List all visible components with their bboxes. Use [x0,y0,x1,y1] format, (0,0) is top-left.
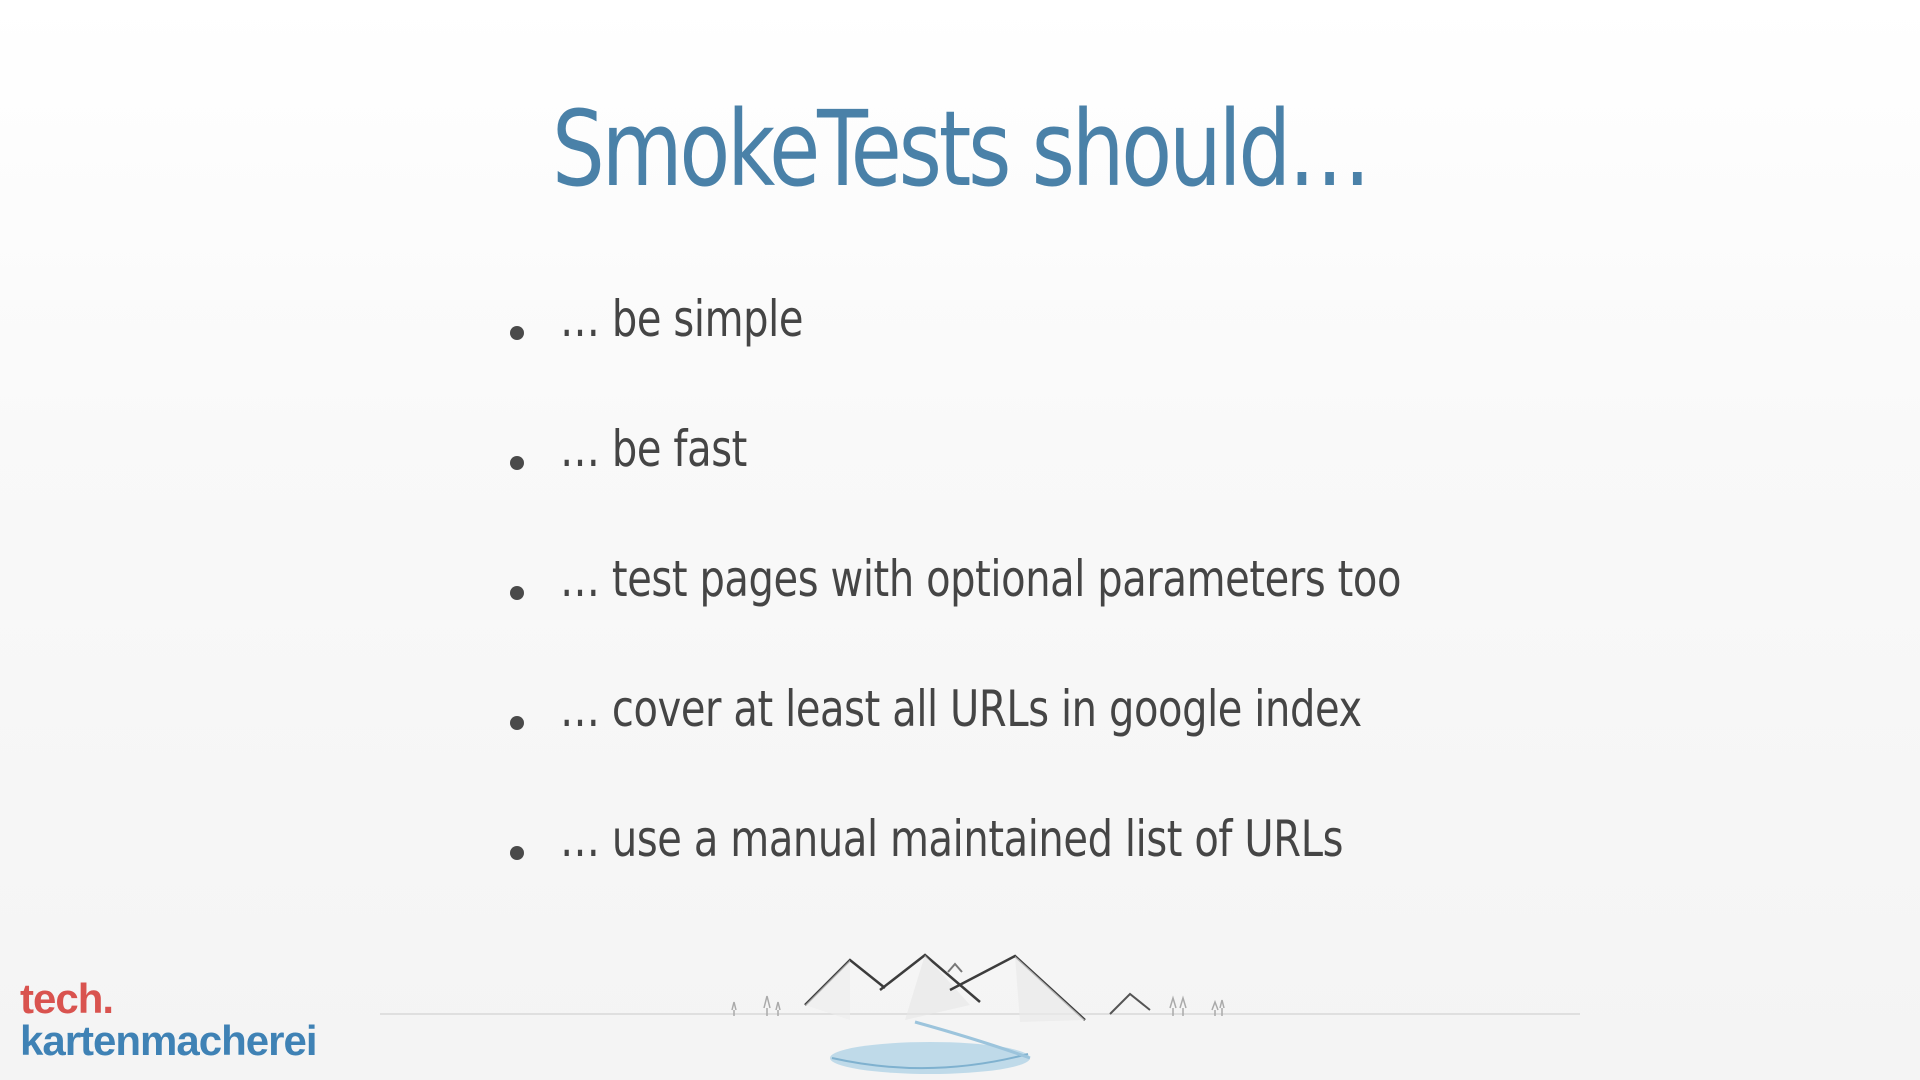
slide: SmokeTests should… … be simple … be fast… [0,0,1920,1080]
bullet-text: … cover at least all URLs in google inde… [560,680,1362,738]
bullet-dot-icon [510,846,524,860]
bullet-item: … be simple [510,290,1611,420]
slide-title: SmokeTests should… [551,88,1371,210]
logo-line-tech: tech. [20,975,114,1022]
bullet-dot-icon [510,326,524,340]
bullet-text: … use a manual maintained list of URLs [560,810,1344,868]
logo-line-kartenmacherei: kartenmacherei [20,1017,318,1064]
bullet-item: … cover at least all URLs in google inde… [510,680,1611,810]
bullet-dot-icon [510,716,524,730]
bullet-dot-icon [510,586,524,600]
bullet-item: … test pages with optional parameters to… [510,550,1611,680]
bullet-text: … be simple [560,290,804,348]
bullet-item: … be fast [510,420,1611,550]
bullet-text: … test pages with optional parameters to… [560,550,1402,608]
bullet-item: … use a manual maintained list of URLs [510,810,1611,940]
bullet-dot-icon [510,456,524,470]
company-logo: tech. kartenmacherei [20,975,318,1064]
bullet-text: … be fast [560,420,747,478]
bullet-list: … be simple … be fast … test pages with … [510,290,1611,940]
mountain-landscape-icon [380,953,1580,1074]
